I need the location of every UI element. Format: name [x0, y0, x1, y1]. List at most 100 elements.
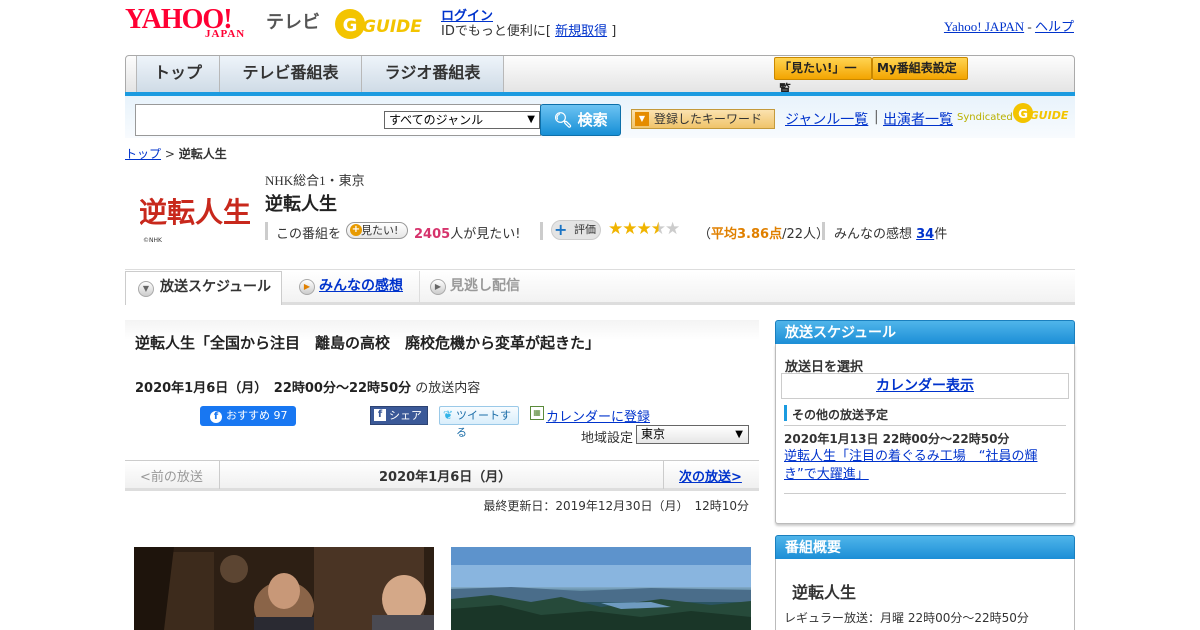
play-icon: ▶ — [299, 279, 315, 295]
reviews-count-link[interactable]: 34 — [916, 227, 934, 242]
triangle-down-icon: ▼ — [635, 112, 649, 126]
header-separator: - — [1024, 19, 1035, 34]
tweet-button-label: ツイートする — [456, 409, 511, 439]
genre-list-link[interactable]: ジャンル一覧 — [785, 109, 868, 129]
region-select[interactable]: 東京 ▼ — [636, 425, 749, 444]
program-subtabs: ▼ 放送スケジュール ▶ みんなの感想 ▶ 見逃し配信 — [125, 271, 1075, 305]
tab-broadcast-schedule-label: 放送スケジュール — [160, 279, 272, 295]
calendar-view-link[interactable]: カレンダー表示 — [876, 378, 974, 394]
facebook-recommend-label: おすすめ 97 — [226, 409, 288, 422]
summary-regular-broadcast: レギュラー放送：月曜 22時00分～22時50分 — [784, 611, 1029, 625]
tv-label[interactable]: テレビ — [266, 8, 320, 34]
search-icon: 🔍︎ — [553, 111, 573, 129]
help-link[interactable]: ヘルプ — [1035, 19, 1074, 34]
mitai-button[interactable]: + 見たい! — [346, 222, 408, 239]
breadcrumb-current: 逆転人生 — [178, 147, 227, 161]
svg-text:G: G — [1018, 107, 1028, 121]
summary-program-title: 逆転人生 — [792, 583, 857, 602]
genre-select[interactable]: すべてのジャンル ▼ — [384, 111, 540, 129]
rating-stars: ★★★★★ — [608, 219, 680, 239]
tab-reviews-label[interactable]: みんなの感想 — [319, 278, 403, 294]
svg-text:GUIDE: GUIDE — [1030, 109, 1069, 122]
mitai-count: 2405人が見たい! — [414, 223, 520, 242]
breadcrumb-separator: > — [161, 147, 179, 161]
breadcrumb: トップ > 逆転人生 — [125, 145, 227, 162]
tab-broadcast-schedule[interactable]: ▼ 放送スケジュール — [125, 271, 282, 305]
reviews-unit: 件 — [934, 227, 948, 242]
facebook-recommend-button[interactable]: f おすすめ 97 — [200, 406, 296, 426]
subtabs-top-divider — [125, 269, 1075, 270]
play-icon: ▶ — [430, 279, 446, 295]
other-schedule-label: その他の放送予定 — [792, 408, 889, 422]
nav-tab-radio-guide[interactable]: ラジオ番組表 — [362, 56, 504, 92]
tweet-button[interactable]: ❦ ツイートする — [439, 406, 519, 439]
login-prefix: IDでもっと便利に[ — [441, 24, 556, 39]
next-broadcast-date: 2020年1月13日 22時00分～22時50分 — [784, 432, 1010, 446]
star-icon: ★ — [622, 219, 637, 239]
rating-open: （ — [698, 227, 712, 242]
chevron-down-icon: ▼ — [527, 114, 535, 125]
gguide-logo[interactable]: G GUIDE — [334, 6, 434, 42]
my-guide-settings-button[interactable]: My番組表設定 — [872, 57, 968, 80]
yahoo-japan-link[interactable]: Yahoo! JAPAN — [944, 19, 1024, 34]
twitter-bird-icon: ❦ — [443, 408, 454, 422]
search-button[interactable]: 🔍︎ 検索 — [540, 104, 621, 136]
svg-text:GUIDE: GUIDE — [362, 17, 422, 37]
calendar-register-link[interactable]: カレンダーに登録 — [546, 406, 650, 425]
sidebar-divider — [784, 425, 1066, 426]
global-nav: トップ テレビ番組表 ラジオ番組表 「見たい!」一覧 My番組表設定 — [125, 55, 1075, 96]
program-logo-credit: ©NHK — [143, 237, 162, 244]
episode-image-island — [451, 547, 751, 630]
plus-icon: + — [350, 224, 362, 236]
mitai-count-suffix: 人が見たい! — [450, 227, 521, 242]
channel-label: NHK総合1・東京 — [265, 173, 365, 188]
mitai-button-label: 見たい! — [361, 224, 399, 237]
search-button-label: 検索 — [577, 111, 608, 129]
plus-icon: + — [554, 220, 568, 239]
registered-keyword-button[interactable]: ▼ 登録したキーワード — [631, 109, 775, 129]
performer-list-link[interactable]: 出演者一覧 — [883, 109, 953, 129]
mitai-list-button[interactable]: 「見たい!」一覧 — [774, 57, 872, 96]
mitai-count-number: 2405 — [414, 227, 451, 242]
pager-divider — [219, 461, 220, 489]
star-icon: ★ — [608, 219, 623, 239]
pager-divider — [663, 461, 664, 489]
divider-bar — [822, 222, 825, 240]
svg-text:G: G — [343, 15, 358, 36]
rate-button-label: 評価 — [574, 223, 596, 236]
chevron-down-icon: ▼ — [138, 281, 154, 297]
tab-catchup-streaming[interactable]: ▶ 見逃し配信 — [419, 271, 539, 303]
nav-tab-tv-guide[interactable]: テレビ番組表 — [220, 56, 362, 92]
sidebar-schedule-heading: 放送スケジュール — [775, 320, 1075, 345]
region-select-value: 東京 — [641, 427, 666, 441]
tab-catchup-streaming-label: 見逃し配信 — [450, 278, 520, 294]
next-broadcast-title-link[interactable]: 逆転人生「注目の着ぐるみ工場 “社員の輝き”で大躍進」 — [784, 448, 1048, 484]
star-empty-icon: ★ — [665, 219, 680, 239]
prev-episode-link[interactable]: <前の放送 — [140, 466, 203, 485]
login-subtext: IDでもっと便利に[ 新規取得 ] — [441, 20, 616, 39]
sidebar-divider — [784, 493, 1066, 494]
breadcrumb-top-link[interactable]: トップ — [125, 147, 161, 161]
signup-link[interactable]: 新規取得 — [555, 24, 607, 39]
chevron-down-icon: ▼ — [735, 429, 743, 440]
registered-keyword-label: 登録したキーワード — [654, 112, 763, 126]
mitai-prefix: この番組を — [276, 227, 342, 242]
facebook-share-label: シェア — [389, 409, 422, 422]
program-title: 逆転人生 — [265, 194, 337, 215]
next-episode-link[interactable]: 次の放送> — [679, 466, 742, 485]
rate-button[interactable]: + 評価 — [551, 220, 601, 240]
program-logo-text: 逆転人生 — [140, 196, 250, 229]
episode-title: 逆転人生「全国から注目 離島の高校 廃校危機から変革が起きた」 — [135, 334, 601, 352]
region-label: 地域設定 — [581, 431, 634, 446]
facebook-icon: f — [374, 409, 386, 421]
facebook-share-button[interactable]: f シェア — [370, 406, 428, 425]
section-marker — [784, 405, 787, 421]
tab-reviews[interactable]: ▶ みんなの感想 — [289, 271, 409, 303]
divider-bar — [540, 222, 543, 240]
link-separator: | — [874, 109, 879, 125]
calendar-icon: ▦ — [530, 406, 544, 420]
calendar-view-button[interactable]: カレンダー表示 — [781, 373, 1069, 399]
star-icon: ★ — [636, 219, 652, 239]
nav-tab-top[interactable]: トップ — [136, 56, 220, 92]
episode-date-value: 2020年1月6日（月） 22時00分～22時50分 — [135, 381, 412, 396]
